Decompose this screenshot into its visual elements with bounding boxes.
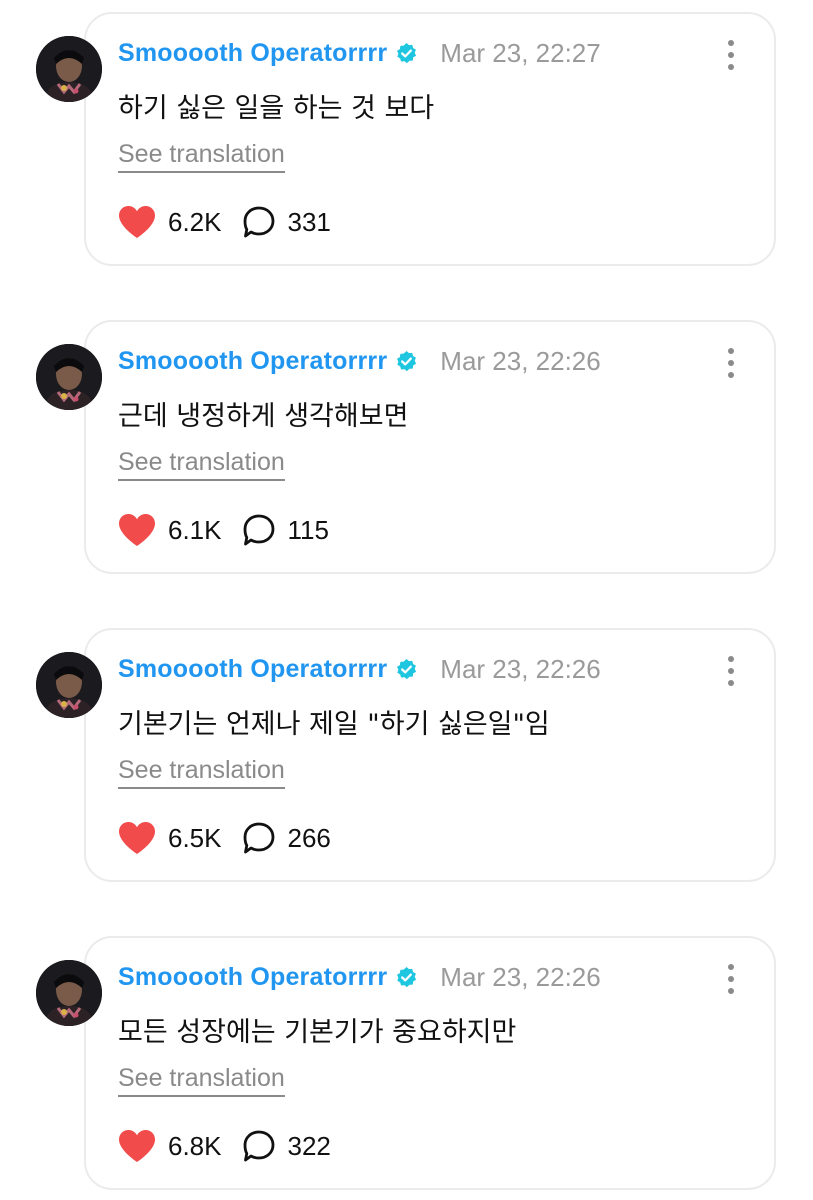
vertical-ellipsis-icon[interactable]	[726, 40, 736, 70]
speech-bubble-icon	[242, 205, 276, 239]
like-count: 6.1K	[168, 514, 222, 545]
speech-bubble-icon	[242, 821, 276, 855]
timestamp: Mar 23, 22:26	[440, 346, 601, 376]
verified-badge-icon	[395, 350, 418, 373]
heart-icon	[118, 513, 156, 547]
post-text: 기본기는 언제나 제일 "하기 싫은일"임	[118, 709, 550, 740]
username[interactable]: Smooooth Operatorrrr	[118, 655, 387, 684]
post-header: Smooooth Operatorrrr Mar 23, 22:27	[118, 38, 601, 69]
post-header: Smooooth Operatorrrr Mar 23, 22:26	[118, 654, 601, 685]
post-card[interactable]: Smooooth Operatorrrr Mar 23, 22:26 근데 냉정…	[36, 320, 776, 574]
post-text: 근데 냉정하게 생각해보면	[118, 401, 409, 432]
avatar[interactable]	[36, 652, 102, 718]
like-button[interactable]: 6.1K	[118, 513, 222, 547]
post-stats: 6.1K 115	[118, 510, 329, 550]
post-header: Smooooth Operatorrrr Mar 23, 22:26	[118, 962, 601, 993]
post-stats: 6.5K 266	[118, 818, 331, 858]
see-translation-link[interactable]: See translation	[118, 1064, 285, 1097]
heart-icon	[118, 1129, 156, 1163]
post-card[interactable]: Smooooth Operatorrrr Mar 23, 22:26 모든 성장…	[36, 936, 776, 1190]
verified-badge-icon	[395, 966, 418, 989]
avatar[interactable]	[36, 36, 102, 102]
like-count: 6.5K	[168, 822, 222, 853]
verified-badge-icon	[395, 42, 418, 65]
post-card[interactable]: Smooooth Operatorrrr Mar 23, 22:27 하기 싫은…	[36, 12, 776, 266]
speech-bubble-icon	[242, 513, 276, 547]
like-button[interactable]: 6.8K	[118, 1129, 222, 1163]
see-translation-link[interactable]: See translation	[118, 140, 285, 173]
username[interactable]: Smooooth Operatorrrr	[118, 963, 387, 992]
avatar[interactable]	[36, 960, 102, 1026]
see-translation-link[interactable]: See translation	[118, 756, 285, 789]
comment-count: 322	[287, 1130, 331, 1161]
post-text: 하기 싫은 일을 하는 것 보다	[118, 93, 435, 124]
username[interactable]: Smooooth Operatorrrr	[118, 347, 387, 376]
comment-button[interactable]: 322	[242, 1129, 331, 1163]
heart-icon	[118, 205, 156, 239]
post-header: Smooooth Operatorrrr Mar 23, 22:26	[118, 346, 601, 377]
post-stats: 6.8K 322	[118, 1126, 331, 1166]
see-translation-link[interactable]: See translation	[118, 448, 285, 481]
comment-count: 115	[287, 514, 329, 545]
like-button[interactable]: 6.2K	[118, 205, 222, 239]
verified-badge-icon	[395, 658, 418, 681]
vertical-ellipsis-icon[interactable]	[726, 348, 736, 378]
post-text: 모든 성장에는 기본기가 중요하지만	[118, 1017, 517, 1048]
vertical-ellipsis-icon[interactable]	[726, 656, 736, 686]
comment-count: 331	[287, 206, 331, 237]
like-count: 6.2K	[168, 206, 222, 237]
comment-button[interactable]: 115	[242, 513, 329, 547]
like-count: 6.8K	[168, 1130, 222, 1161]
timestamp: Mar 23, 22:26	[440, 654, 601, 684]
post-stats: 6.2K 331	[118, 202, 331, 242]
post-card[interactable]: Smooooth Operatorrrr Mar 23, 22:26 기본기는 …	[36, 628, 776, 882]
avatar[interactable]	[36, 344, 102, 410]
comment-button[interactable]: 331	[242, 205, 331, 239]
timestamp: Mar 23, 22:26	[440, 962, 601, 992]
heart-icon	[118, 821, 156, 855]
like-button[interactable]: 6.5K	[118, 821, 222, 855]
username[interactable]: Smooooth Operatorrrr	[118, 39, 387, 68]
comment-button[interactable]: 266	[242, 821, 331, 855]
comment-count: 266	[287, 822, 331, 853]
speech-bubble-icon	[242, 1129, 276, 1163]
timestamp: Mar 23, 22:27	[440, 38, 601, 68]
vertical-ellipsis-icon[interactable]	[726, 964, 736, 994]
